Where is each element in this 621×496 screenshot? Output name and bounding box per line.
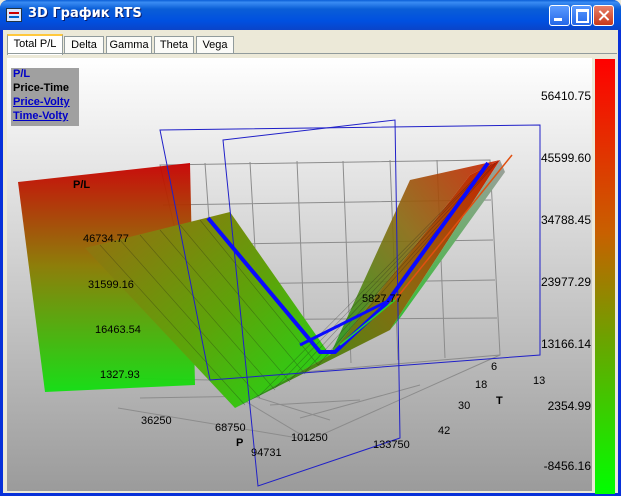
y-tick: 42 (438, 425, 451, 437)
z-tick: 31599.16 (88, 279, 134, 291)
tab-total-pl[interactable]: Total P/L (7, 34, 63, 55)
y-axis-label: T (496, 395, 503, 407)
legend-item-pl[interactable]: P/L (11, 68, 79, 82)
x-tick: 133750 (373, 439, 410, 451)
close-button[interactable] (593, 5, 614, 26)
color-scale-bar (595, 59, 615, 494)
tab-vega[interactable]: Vega (196, 36, 234, 54)
z-axis-label: P/L (73, 179, 91, 191)
z-tick: 46734.77 (83, 233, 129, 245)
x-tick: 68750 (215, 422, 246, 434)
color-scale-label: 34788.45 (540, 213, 591, 227)
z-tick: 1327.93 (100, 369, 140, 381)
color-scale-label: 56410.75 (540, 89, 591, 103)
z-tick: 16463.54 (95, 324, 141, 336)
color-scale-label: 45599.60 (540, 151, 591, 165)
x-tick: 101250 (291, 432, 328, 444)
legend-item-price-time[interactable]: Price-Time (11, 82, 79, 96)
tab-divider (7, 53, 617, 54)
tab-gamma[interactable]: Gamma (106, 36, 152, 54)
color-scale-label: 13166.14 (540, 337, 591, 351)
y-tick: 30 (458, 400, 471, 412)
maximize-button[interactable] (571, 5, 592, 26)
color-scale-label: -8456.16 (543, 459, 591, 473)
x-axis-label: P (236, 437, 244, 449)
color-scale-label: 23977.29 (540, 275, 591, 289)
chart-3d[interactable] (7, 58, 592, 491)
tab-delta[interactable]: Delta (64, 36, 104, 54)
legend-item-time-volty[interactable]: Time-Volty (11, 110, 79, 124)
minimize-button[interactable] (549, 5, 570, 26)
y-tick: 13 (533, 375, 546, 387)
y-tick: 18 (475, 379, 488, 391)
app-icon (6, 8, 22, 22)
y-tick: 6 (491, 361, 498, 373)
plot-area[interactable]: P/L Price-Time Price-Volty Time-Volty P/… (7, 58, 592, 491)
tab-theta[interactable]: Theta (154, 36, 194, 54)
x-tick: 36250 (141, 415, 172, 427)
color-scale-label: 2354.99 (547, 399, 591, 413)
window-title: 3D График RTS (28, 6, 142, 21)
cursor-price: 94731 (251, 447, 282, 459)
title-bar[interactable]: 3D График RTS (0, 0, 621, 30)
legend-item-price-volty[interactable]: Price-Volty (11, 96, 79, 110)
cursor-value: 5827.77 (362, 293, 402, 305)
legend: P/L Price-Time Price-Volty Time-Volty (11, 68, 79, 126)
